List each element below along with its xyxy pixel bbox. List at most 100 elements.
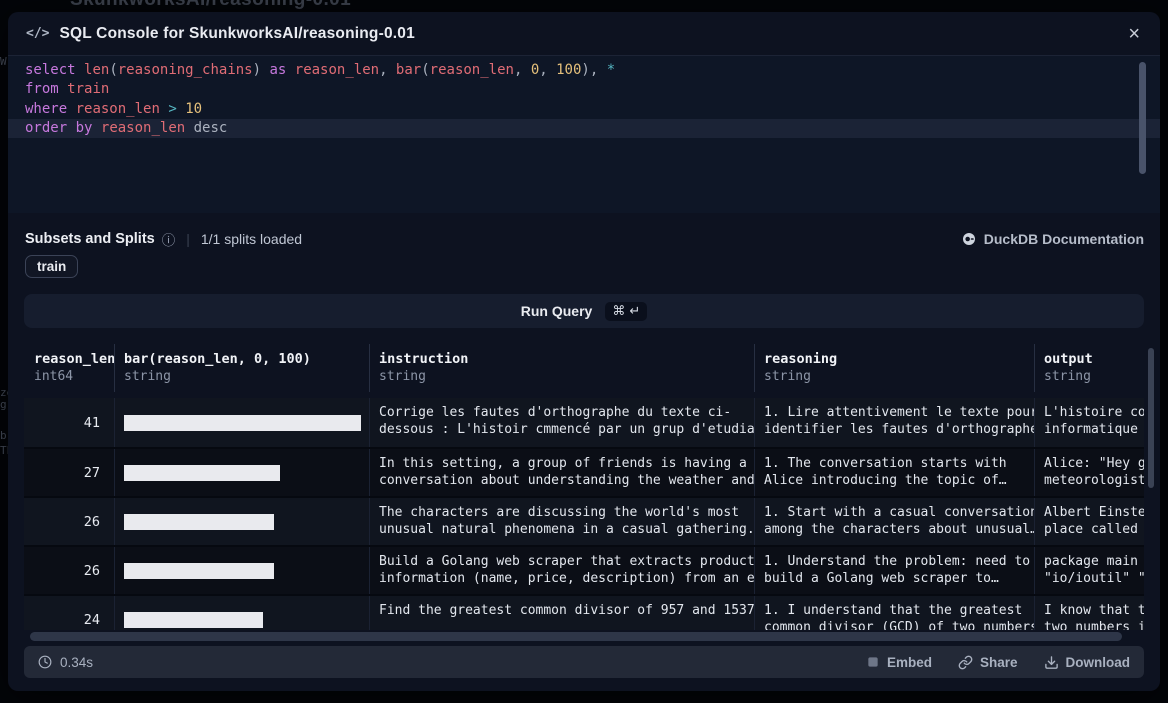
cell-reasoning: 1. I understand that the greatestcommon … (755, 596, 1035, 630)
table-row[interactable]: 26 Build a Golang web scraper that extrac… (24, 545, 1144, 594)
sql-token: order (25, 120, 67, 136)
cell-bar (115, 596, 370, 630)
cell-output: Albert Einsteplace called (1035, 498, 1144, 545)
horizontal-scrollbar-thumb[interactable] (30, 632, 1122, 641)
column-header-output[interactable]: outputstring (1035, 344, 1144, 392)
share-button[interactable]: Share (958, 655, 1018, 670)
sql-token: select (25, 62, 76, 78)
cell-text-line: 1. Start with a casual conversation (764, 505, 1034, 522)
cell-text-line: common divisor (GCD) of two numbers… (764, 620, 1034, 631)
bar-visualization (124, 563, 274, 579)
cell-text-line: two numbers i (1044, 620, 1144, 631)
table-row[interactable]: 26 The characters are discussing the worl… (24, 496, 1144, 545)
query-duration: 0.34s (38, 655, 93, 670)
bar-visualization (124, 465, 280, 481)
backdrop-page-title: SkunkworksAI/reasoning-0.01 (70, 0, 351, 11)
sql-code-line: from train (8, 80, 1160, 99)
bar-visualization (124, 415, 361, 431)
backdrop-text-fragment: W (0, 55, 8, 68)
column-name: bar(reason_len, 0, 100) (124, 351, 369, 367)
cell-text-line: The characters are discussing the world'… (379, 505, 754, 522)
cell-text-line: L'histoire co (1044, 405, 1144, 422)
column-header-reason-len[interactable]: reason_len int64 (24, 344, 115, 392)
cell-text-line: Albert Einste (1044, 505, 1144, 522)
duckdb-documentation-label: DuckDB Documentation (984, 231, 1144, 247)
cell-text-line: meteorologist (1044, 473, 1144, 490)
column-header-instruction[interactable]: instruction string (370, 344, 755, 392)
sql-token: reasoning_chains (118, 62, 253, 78)
run-query-button[interactable]: Run Query ⌘↵ (24, 294, 1144, 328)
sql-editor[interactable]: select len(reasoning_chains) as reason_l… (8, 56, 1160, 213)
divider: | (186, 231, 190, 247)
backdrop-text-fragment: g (0, 398, 8, 411)
sql-token: reason_len (295, 62, 379, 78)
results-table: reason_len int64 bar(reason_len, 0, 100) st… (24, 344, 1144, 630)
column-header-reasoning[interactable]: reasoningstring (755, 344, 1035, 392)
column-type: string (379, 369, 754, 384)
cell-text-line: information (name, price, description) f… (379, 571, 754, 588)
sql-token: ) (253, 62, 270, 78)
embed-button[interactable]: Embed (866, 655, 932, 670)
cell-instruction: The characters are discussing the world'… (370, 498, 755, 545)
cell-text-line: Find the greatest common divisor of 957 … (379, 603, 754, 620)
run-query-label: Run Query (521, 303, 593, 319)
column-type: int64 (34, 369, 114, 384)
sql-token: 10 (185, 101, 202, 117)
cell-bar (115, 547, 370, 594)
table-row[interactable]: 24 Find the greatest common divisor of 95… (24, 594, 1144, 630)
code-icon: </> (26, 26, 49, 41)
sql-token: by (76, 120, 93, 136)
split-chip-train[interactable]: train (25, 255, 78, 278)
download-button[interactable]: Download (1044, 655, 1131, 670)
sql-token (286, 62, 294, 78)
cell-reasoning: 1. Start with a casual conversationamong… (755, 498, 1035, 545)
cell-bar (115, 498, 370, 545)
footer-actions: Embed Share Download (866, 655, 1130, 670)
download-icon (1044, 655, 1059, 670)
cell-reason-len: 26 (24, 547, 115, 594)
cell-text-line: 1. Understand the problem: need to (764, 554, 1034, 571)
info-icon[interactable]: ⓘ (162, 229, 176, 249)
table-vertical-scrollbar[interactable] (1148, 348, 1154, 488)
duration-value: 0.34s (60, 655, 93, 670)
cell-instruction: Build a Golang web scraper that extracts… (370, 547, 755, 594)
table-horizontal-scrollbar[interactable] (24, 632, 1144, 642)
backdrop-text-fragment: b (0, 429, 8, 442)
cell-instruction: Find the greatest common divisor of 957 … (370, 596, 755, 630)
cell-text-line: 1. I understand that the greatest (764, 603, 1034, 620)
duckdb-documentation-link[interactable]: DuckDB Documentation (961, 231, 1144, 247)
subsets-title: Subsets and Splits (25, 231, 155, 247)
table-row[interactable]: 41Corrige les fautes d'orthographe du te… (24, 398, 1144, 447)
cell-bar (115, 398, 370, 447)
column-name: instruction (379, 351, 754, 367)
sql-token: > (168, 101, 176, 117)
cell-instruction: In this setting, a group of friends is h… (370, 449, 755, 496)
cell-text-line: conversation about understanding the wea… (379, 473, 754, 490)
cell-text-line: In this setting, a group of friends is h… (379, 456, 754, 473)
sql-token: , (514, 62, 531, 78)
cell-reason-len: 27 (24, 449, 115, 496)
cell-output: package main "io/ioutil" " (1035, 547, 1144, 594)
cell-text-line: among the characters about unusual… (764, 522, 1034, 539)
cell-output: L'histoire coinformatique (1035, 398, 1144, 447)
sql-token (59, 81, 67, 97)
column-name: reason_len (34, 351, 114, 367)
sql-token (67, 101, 75, 117)
column-name: reasoning (764, 351, 1034, 367)
cell-text-line: informatique (1044, 422, 1144, 439)
cell-reason-len: 24 (24, 596, 115, 630)
sql-token: ( (421, 62, 429, 78)
cell-text-line: package main (1044, 554, 1144, 571)
cell-output: I know that ttwo numbers i (1035, 596, 1144, 630)
column-type: string (124, 369, 369, 384)
table-row[interactable]: 27 In this setting, a group of friends is… (24, 447, 1144, 496)
download-label: Download (1066, 655, 1131, 670)
sql-token: as (269, 62, 286, 78)
bar-visualization (124, 612, 263, 628)
cell-reason-len: 26 (24, 498, 115, 545)
column-header-bar-reason-len-0-100-[interactable]: bar(reason_len, 0, 100) string (115, 344, 370, 392)
close-icon[interactable]: × (1126, 24, 1142, 44)
editor-scrollbar[interactable] (1139, 62, 1146, 174)
sql-token (76, 62, 84, 78)
sql-console-modal: </> SQL Console for SkunkworksAI/reasoni… (8, 12, 1160, 691)
